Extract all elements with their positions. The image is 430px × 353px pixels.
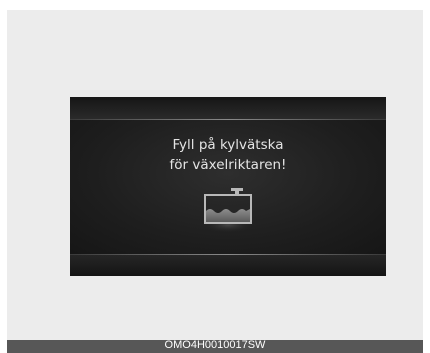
figure-panel: Fyll på kylvätska för växelriktaren! — [7, 10, 423, 340]
coolant-reservoir-icon — [201, 188, 255, 233]
warning-message-line-2: för växelriktaren! — [169, 157, 287, 173]
image-code-caption: OMO4H0010017SW — [7, 340, 423, 353]
warning-message-line-1: Fyll på kylvätska — [172, 137, 284, 153]
warning-message: Fyll på kylvätska för växelriktaren! — [70, 135, 386, 175]
image-code-text: OMO4H0010017SW — [164, 340, 266, 351]
display-bottom-band — [70, 255, 386, 276]
cluster-display: Fyll på kylvätska för växelriktaren! — [70, 97, 386, 276]
display-top-band — [70, 97, 386, 119]
